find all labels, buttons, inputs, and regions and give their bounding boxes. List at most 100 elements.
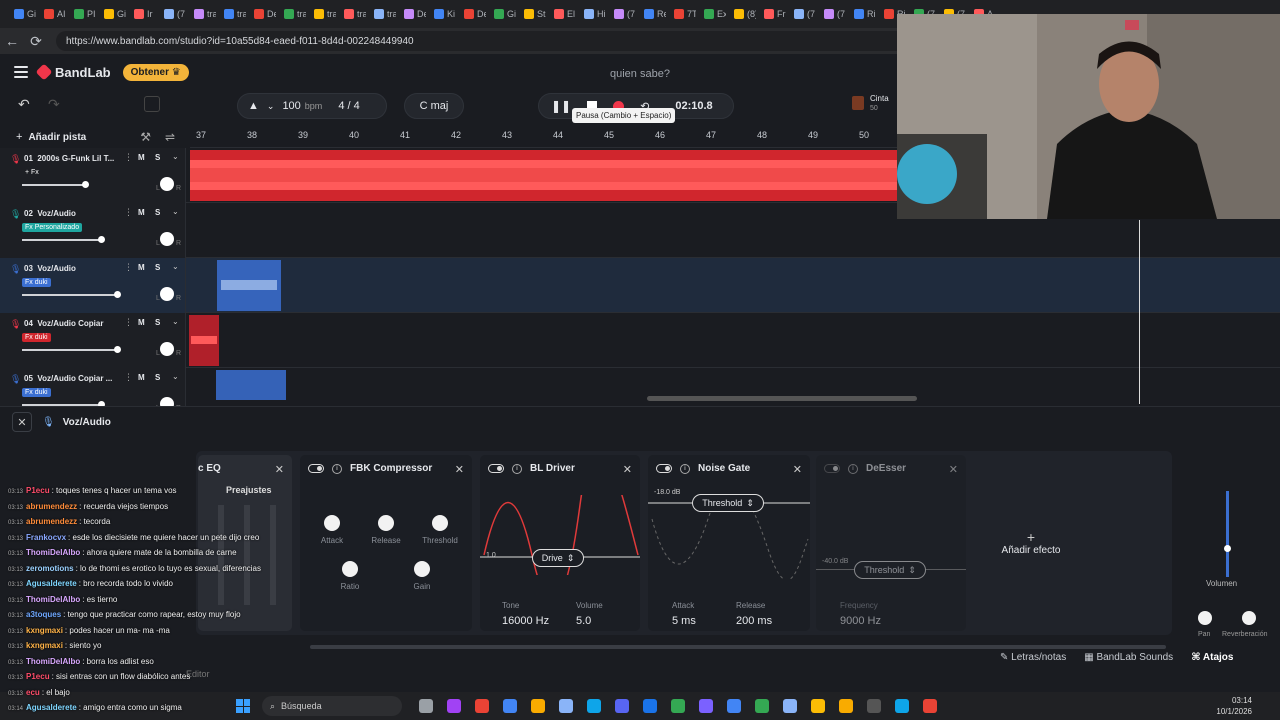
chevron-down-icon[interactable]: ⌄ [267, 101, 275, 112]
pan-knob[interactable] [160, 342, 174, 356]
compressor-close-icon[interactable]: ✕ [455, 463, 464, 476]
audio-clip[interactable] [189, 315, 219, 366]
fx-badge[interactable]: Fx Personalizado [22, 223, 83, 232]
fx-badge[interactable]: Fx duki [22, 388, 51, 397]
solo-button[interactable]: S [155, 263, 160, 272]
mute-button[interactable]: M [138, 263, 145, 272]
add-effect-button[interactable]: + Añadir efecto [986, 529, 1076, 556]
ratio-knob[interactable] [342, 561, 358, 577]
bandlab-logo[interactable]: BandLab [35, 63, 111, 81]
info-icon[interactable]: i [848, 463, 858, 474]
solo-button[interactable]: S [155, 153, 160, 162]
pan-knob[interactable] [1198, 611, 1212, 625]
browser-tab[interactable]: Ir [130, 4, 156, 24]
more-icon[interactable]: ⋮ [124, 317, 133, 328]
compressor-toggle[interactable] [308, 464, 324, 473]
timeline-scrollbar[interactable] [647, 396, 917, 401]
browser-tab[interactable]: Ex [700, 4, 726, 24]
volume-handle[interactable] [114, 291, 121, 298]
audio-clip[interactable] [216, 370, 286, 400]
solo-button[interactable]: S [155, 208, 160, 217]
browser-tab[interactable]: tra [310, 4, 336, 24]
deesser-threshold-select[interactable]: Threshold ⇕ [854, 561, 926, 579]
more-icon[interactable]: ⋮ [124, 207, 133, 218]
gate-attack-value[interactable]: 5 ms [672, 615, 696, 627]
metronome-icon[interactable]: ▲ [248, 100, 259, 112]
browser-tab[interactable]: (7 [790, 4, 816, 24]
reload-icon[interactable]: ⟳ [24, 33, 48, 50]
obtener-button[interactable]: Obtener ♛ [122, 63, 189, 81]
browser-tab[interactable]: tra [280, 4, 306, 24]
info-icon[interactable]: i [512, 463, 522, 474]
browser-tab[interactable]: Ki [430, 4, 456, 24]
track-name[interactable]: 01 2000s G-Funk Lil T... [24, 154, 120, 163]
browser-tab[interactable]: De [400, 4, 426, 24]
taskbar-app-icon[interactable] [671, 699, 685, 713]
chevron-down-icon[interactable]: ⌄ [172, 152, 179, 161]
browser-tab[interactable]: (7 [610, 4, 636, 24]
track-name[interactable]: 04 Voz/Audio Copiar [24, 319, 120, 328]
track-name[interactable]: 05 Voz/Audio Copiar ... [24, 374, 120, 383]
info-icon[interactable]: i [680, 463, 690, 474]
solo-button[interactable]: S [155, 373, 160, 382]
browser-tab[interactable]: St [520, 4, 546, 24]
browser-tab[interactable]: El [550, 4, 576, 24]
browser-tab[interactable]: (8) [730, 4, 756, 24]
taskbar-app-icon[interactable] [895, 699, 909, 713]
key-selector[interactable]: C maj [404, 93, 464, 119]
undo-icon[interactable]: ↶ [18, 96, 30, 113]
browser-tab[interactable]: tra [220, 4, 246, 24]
taskbar-app-icon[interactable] [419, 699, 433, 713]
tone-value[interactable]: 16000 Hz [502, 615, 549, 627]
cinta-icon[interactable] [852, 96, 864, 110]
redo-icon[interactable]: ↷ [48, 96, 60, 113]
wand-icon[interactable]: ⚒ [140, 130, 151, 144]
lyrics-button[interactable]: ✎ Letras/notas [1000, 652, 1066, 663]
volume-slider-handle[interactable] [1224, 545, 1231, 552]
menu-icon[interactable] [14, 66, 28, 78]
attack-knob[interactable] [324, 515, 340, 531]
fx-badge[interactable]: + Fx [22, 168, 42, 177]
track-header[interactable]: 🎙 02 Voz/Audio ⋮ M S ⌄ Fx Personalizado L R [0, 203, 186, 258]
browser-tab[interactable]: Gi [10, 4, 36, 24]
taskbar-app-icon[interactable] [475, 699, 489, 713]
volume-handle[interactable] [98, 236, 105, 243]
browser-tab[interactable]: tra [370, 4, 396, 24]
drive-select[interactable]: Drive ⇕ [532, 549, 584, 567]
taskbar-app-icon[interactable] [587, 699, 601, 713]
close-icon[interactable]: ✕ [12, 412, 32, 432]
browser-tab[interactable]: Gi [490, 4, 516, 24]
chevron-down-icon[interactable]: ⌄ [172, 262, 179, 271]
browser-tab[interactable]: (7 [820, 4, 846, 24]
deesser-toggle[interactable] [824, 464, 840, 473]
browser-tab[interactable]: Fr [760, 4, 786, 24]
fx-scrollbar[interactable] [310, 645, 1166, 649]
mute-button[interactable]: M [138, 153, 145, 162]
browser-tab[interactable]: AI [40, 4, 66, 24]
back-icon[interactable]: ← [0, 33, 24, 49]
track-header[interactable]: 🎙 03 Voz/Audio ⋮ M S ⌄ Fx duki L R [0, 258, 186, 313]
track-name[interactable]: 03 Voz/Audio [24, 264, 120, 273]
browser-tab[interactable]: (7 [160, 4, 186, 24]
pan-knob[interactable] [160, 232, 174, 246]
taskbar-app-icon[interactable] [503, 699, 517, 713]
deesser-close-icon[interactable]: ✕ [949, 463, 958, 476]
threshold-knob[interactable] [432, 515, 448, 531]
shortcuts-button[interactable]: ⌘ Atajos [1191, 652, 1233, 663]
volume-value[interactable]: 5.0 [576, 615, 591, 627]
browser-tab[interactable]: Hi [580, 4, 606, 24]
chevron-down-icon[interactable]: ⌄ [172, 317, 179, 326]
taskbar-app-icon[interactable] [643, 699, 657, 713]
audio-clip[interactable] [217, 260, 281, 311]
settings-icon[interactable]: ⇌ [165, 130, 175, 144]
browser-tab[interactable]: Re [640, 4, 666, 24]
volume-slider[interactable] [22, 184, 86, 186]
plus-icon[interactable]: + [16, 131, 22, 143]
browser-tab[interactable]: tra [190, 4, 216, 24]
track-header[interactable]: 🎙 01 2000s G-Funk Lil T... ⋮ M S ⌄ + Fx L R [0, 148, 186, 203]
time-signature[interactable]: 4 / 4 [338, 100, 359, 112]
mute-button[interactable]: M [138, 208, 145, 217]
taskbar-app-icon[interactable] [923, 699, 937, 713]
track-name[interactable]: 02 Voz/Audio [24, 209, 120, 218]
gate-release-value[interactable]: 200 ms [736, 615, 772, 627]
